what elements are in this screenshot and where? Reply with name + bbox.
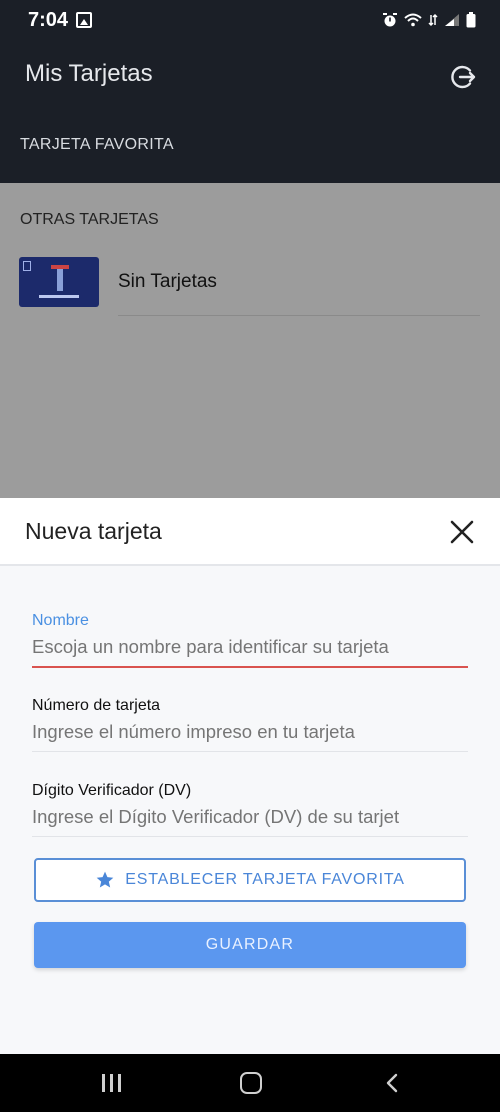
- back-button[interactable]: [384, 1072, 400, 1094]
- battery-icon: [466, 12, 476, 28]
- gallery-icon: [76, 12, 93, 28]
- status-bar: 7:04: [0, 0, 500, 40]
- set-favorite-label: ESTABLECER TARJETA FAVORITA: [125, 871, 405, 888]
- divider: [118, 315, 480, 316]
- save-label: GUARDAR: [205, 936, 295, 953]
- card-number-label: Número de tarjeta: [32, 697, 161, 714]
- wifi-icon: [404, 13, 422, 27]
- card-image[interactable]: [19, 257, 99, 307]
- card-name[interactable]: Sin Tarjetas: [118, 271, 217, 293]
- status-icons: [382, 12, 476, 28]
- set-favorite-button[interactable]: ESTABLECER TARJETA FAVORITA: [34, 858, 466, 902]
- data-icon: [428, 13, 438, 27]
- star-icon: [96, 871, 114, 888]
- name-input[interactable]: [32, 636, 468, 658]
- app-header: Mis Tarjetas TARJETA FAVORITA: [0, 40, 500, 183]
- sheet-title: Nueva tarjeta: [25, 518, 162, 544]
- new-card-sheet: Nueva tarjeta Nombre Número de tarjeta D…: [0, 498, 500, 1054]
- recents-button[interactable]: [102, 1074, 122, 1092]
- signal-icon: [445, 14, 459, 26]
- save-button[interactable]: GUARDAR: [34, 922, 466, 968]
- card-number-input[interactable]: [32, 721, 468, 743]
- favorite-section-label: TARJETA FAVORITA: [20, 136, 174, 153]
- name-label: Nombre: [32, 612, 89, 629]
- name-field: Nombre: [32, 612, 468, 668]
- system-nav-bar: [0, 1054, 500, 1112]
- logout-button[interactable]: [448, 62, 478, 92]
- dv-label: Dígito Verificador (DV): [32, 782, 192, 799]
- card-number-field: Número de tarjeta: [32, 697, 468, 752]
- sheet-header: Nueva tarjeta: [0, 498, 500, 566]
- status-time: 7:04: [28, 8, 69, 31]
- close-icon: [450, 520, 474, 544]
- logout-icon: [451, 65, 476, 89]
- card-number-underline: [32, 751, 468, 752]
- dv-underline: [32, 836, 468, 837]
- alarm-icon: [383, 13, 397, 27]
- home-button[interactable]: [240, 1072, 262, 1094]
- cards-content: OTRAS TARJETAS Sin Tarjetas: [0, 183, 500, 498]
- dv-field: Dígito Verificador (DV): [32, 782, 468, 837]
- page-title: Mis Tarjetas: [25, 60, 153, 87]
- name-underline: [32, 666, 468, 668]
- dv-input[interactable]: [32, 806, 468, 828]
- back-icon: [386, 1073, 398, 1093]
- close-button[interactable]: [448, 518, 476, 546]
- other-cards-section-label: OTRAS TARJETAS: [20, 211, 159, 228]
